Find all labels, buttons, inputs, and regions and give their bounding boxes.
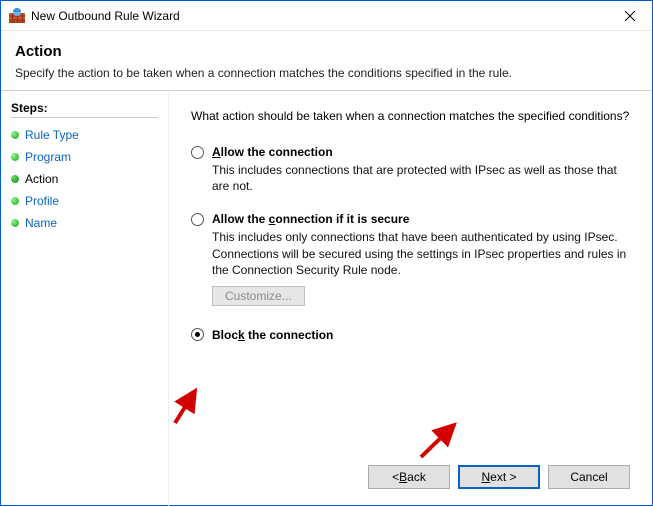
option-allow-secure: Allow the connection if it is secure Thi… xyxy=(191,212,630,306)
bullet-icon xyxy=(11,219,19,227)
page-header: Action Specify the action to be taken wh… xyxy=(1,31,652,91)
annotation-arrow-icon xyxy=(409,415,469,465)
button-row: < Back Next > Cancel xyxy=(368,465,630,489)
close-button[interactable] xyxy=(607,1,652,31)
option-allow-secure-desc: This includes only connections that have… xyxy=(212,229,630,278)
option-allow-label: Allow the connection xyxy=(212,145,333,159)
step-name[interactable]: Name xyxy=(11,212,158,234)
option-allow-secure-label: Allow the connection if it is secure xyxy=(212,212,409,226)
next-button[interactable]: Next > xyxy=(458,465,540,489)
step-label: Action xyxy=(25,172,58,186)
titlebar: New Outbound Rule Wizard xyxy=(1,1,652,31)
bullet-icon xyxy=(11,131,19,139)
step-label: Program xyxy=(25,150,71,164)
main-panel: What action should be taken when a conne… xyxy=(169,91,652,507)
option-allow-desc: This includes connections that are prote… xyxy=(212,162,630,194)
page-description: Specify the action to be taken when a co… xyxy=(15,66,512,80)
steps-label: Steps: xyxy=(11,101,158,118)
customize-button: Customize... xyxy=(212,286,305,306)
wizard-window: New Outbound Rule Wizard Action Specify … xyxy=(0,0,653,506)
step-label: Name xyxy=(25,216,57,230)
wizard-body: Steps: Rule Type Program Action Profile xyxy=(1,91,652,507)
step-label: Profile xyxy=(25,194,59,208)
step-program[interactable]: Program xyxy=(11,146,158,168)
back-button[interactable]: < Back xyxy=(368,465,450,489)
option-block: Block the connection xyxy=(191,328,630,342)
bullet-icon xyxy=(11,175,19,183)
step-rule-type[interactable]: Rule Type xyxy=(11,124,158,146)
steps-sidebar: Steps: Rule Type Program Action Profile xyxy=(1,91,169,507)
option-allow: Allow the connection This includes conne… xyxy=(191,145,630,194)
page-title: Action xyxy=(15,43,512,60)
firewall-icon xyxy=(9,8,25,24)
window-title: New Outbound Rule Wizard xyxy=(31,9,180,23)
steps-list: Rule Type Program Action Profile Name xyxy=(11,124,158,234)
step-label: Rule Type xyxy=(25,128,79,142)
question-text: What action should be taken when a conne… xyxy=(191,109,630,123)
close-icon xyxy=(625,11,635,21)
bullet-icon xyxy=(11,153,19,161)
radio-block[interactable] xyxy=(191,328,204,341)
radio-allow-secure[interactable] xyxy=(191,213,204,226)
annotation-arrow-icon xyxy=(167,381,217,431)
cancel-button[interactable]: Cancel xyxy=(548,465,630,489)
option-block-label: Block the connection xyxy=(212,328,333,342)
radio-allow[interactable] xyxy=(191,146,204,159)
bullet-icon xyxy=(11,197,19,205)
step-profile[interactable]: Profile xyxy=(11,190,158,212)
step-action[interactable]: Action xyxy=(11,168,158,190)
